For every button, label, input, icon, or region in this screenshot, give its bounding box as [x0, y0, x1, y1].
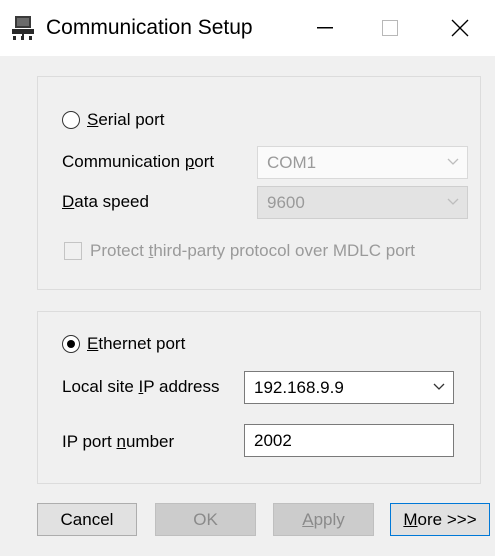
data-speed-value: 9600 [267, 193, 305, 212]
chevron-down-icon [447, 198, 459, 205]
cancel-button[interactable]: Cancel [37, 503, 137, 536]
ok-button[interactable]: OK [155, 503, 256, 536]
communication-port-label: Communication port [62, 152, 215, 171]
local-site-ip-select[interactable]: 192.168.9.9 [244, 371, 454, 404]
data-speed-label: Data speed [62, 192, 149, 211]
local-site-ip-value: 192.168.9.9 [254, 378, 344, 397]
maximize-button [360, 0, 420, 56]
title-bar: Communication Setup [0, 0, 495, 56]
serial-port-radio[interactable]: Serial port [62, 110, 164, 130]
communication-port-select[interactable]: COM1 [257, 146, 468, 179]
window-title: Communication Setup [46, 16, 253, 39]
serial-port-radio-circle[interactable] [62, 111, 80, 129]
communication-port-value: COM1 [267, 153, 317, 172]
apply-button[interactable]: Apply [273, 503, 374, 536]
minimize-button[interactable] [295, 0, 355, 56]
close-icon [451, 19, 469, 37]
serial-port-label: Serial port [87, 110, 165, 129]
protect-protocol-checkbox-row[interactable]: Protect third-party protocol over MDLC p… [64, 241, 415, 261]
local-site-ip-label: Local site IP address [62, 377, 220, 396]
maximize-icon [382, 20, 398, 36]
protect-protocol-label: Protect third-party protocol over MDLC p… [90, 241, 416, 260]
ethernet-port-radio[interactable]: Ethernet port [62, 334, 185, 354]
minimize-icon [317, 27, 333, 29]
more-button[interactable]: More >>> [390, 503, 490, 536]
ethernet-port-radio-circle[interactable] [62, 335, 80, 353]
ip-port-number-input[interactable]: 2002 [244, 424, 454, 457]
protect-protocol-checkbox[interactable] [64, 242, 82, 260]
data-speed-select[interactable]: 9600 [257, 186, 468, 219]
network-plug-icon [10, 15, 38, 41]
ip-port-number-label: IP port number [62, 432, 175, 451]
chevron-down-icon [447, 158, 459, 165]
close-button[interactable] [430, 0, 490, 56]
chevron-down-icon [433, 383, 445, 390]
ethernet-port-label: Ethernet port [87, 334, 186, 353]
